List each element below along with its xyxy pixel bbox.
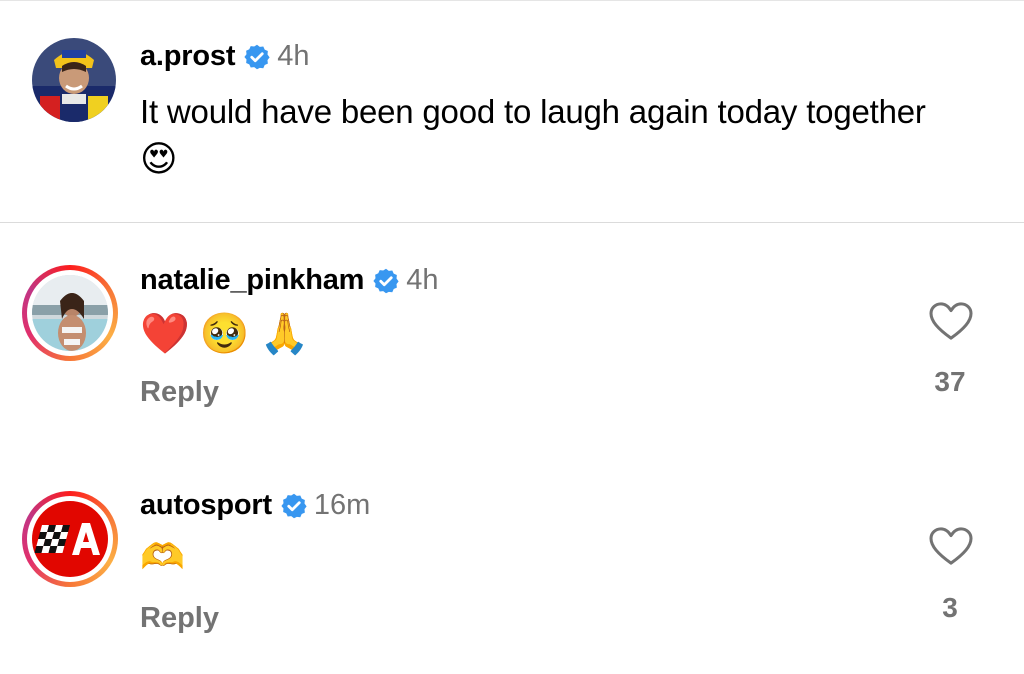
red-heart-emoji: ❤️ (140, 312, 190, 356)
section-divider (0, 222, 1024, 223)
comment-a-prost: a.prost 4h It would have been good to la… (0, 0, 1024, 222)
username[interactable]: natalie_pinkham (140, 264, 364, 297)
reply-button[interactable]: Reply (140, 376, 219, 409)
comment-header: autosport 16m (140, 489, 370, 522)
folded-hands-emoji: 🙏 (259, 312, 310, 356)
verified-badge-icon (281, 493, 307, 518)
heart-outline-icon[interactable] (928, 301, 974, 341)
username[interactable]: a.prost (140, 40, 235, 73)
comment-text: It would have been good to laugh again t… (140, 90, 930, 181)
heart-outline-icon[interactable] (928, 526, 974, 566)
heart-eyes-emoji: 😍 (140, 138, 178, 179)
avatar-story-ring[interactable] (22, 491, 118, 587)
timestamp: 4h (277, 40, 310, 72)
avatar[interactable] (22, 32, 118, 128)
reply-button[interactable]: Reply (140, 602, 219, 635)
comment-emojis: ❤️ 🥹 🙏 (140, 310, 309, 357)
avatar-image (32, 275, 108, 351)
comment-emojis: 🫶 (140, 536, 185, 578)
like-count: 37 (934, 366, 966, 397)
like-count: 3 (942, 592, 958, 623)
comment-header: a.prost 4h (140, 40, 310, 73)
timestamp: 4h (406, 264, 439, 296)
avatar-story-ring[interactable] (22, 265, 118, 361)
pleading-face-emoji: 🥹 (199, 312, 250, 356)
comment-text-content: It would have been good to laugh again t… (140, 93, 926, 130)
verified-badge-icon (244, 44, 270, 69)
verified-badge-icon (373, 268, 399, 293)
avatar-image (32, 38, 116, 122)
heart-hands-emoji: 🫶 (140, 536, 185, 577)
timestamp: 16m (313, 489, 371, 521)
comment-header: natalie_pinkham 4h (140, 264, 439, 297)
autosport-logo-icon (32, 501, 108, 577)
username[interactable]: autosport (140, 489, 272, 522)
